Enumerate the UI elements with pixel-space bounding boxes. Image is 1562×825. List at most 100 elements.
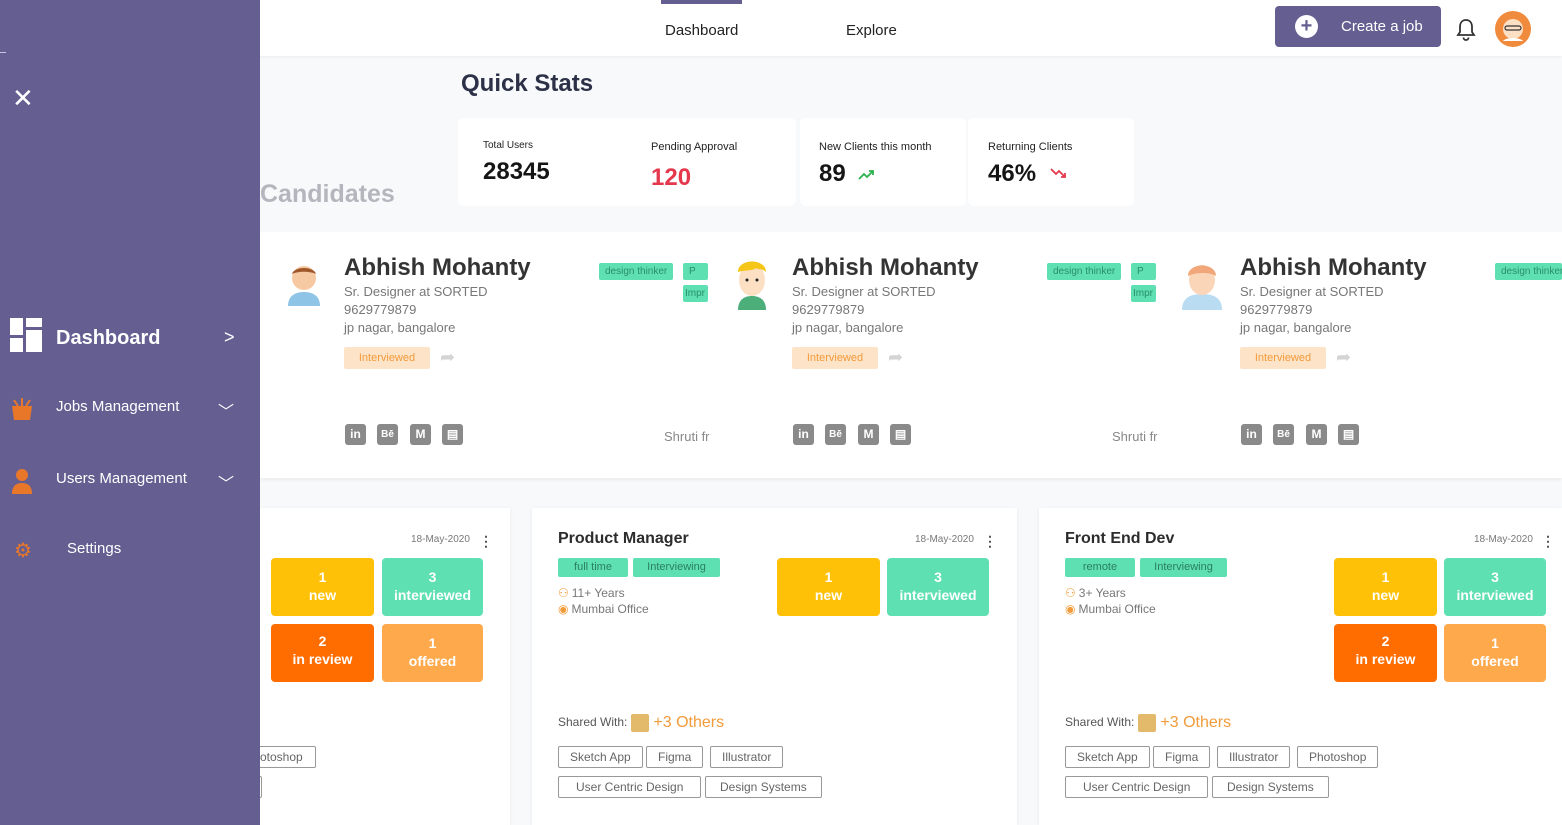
job-card[interactable]: Product Manager 18-May-2020 ⋮ full time … xyxy=(532,508,1017,825)
count-review-tile[interactable]: 2 in review xyxy=(271,624,374,682)
candidate-card[interactable]: Abhish Mohanty Sr. Designer at SORTED 96… xyxy=(260,232,710,478)
stat-label: Returning Clients xyxy=(988,141,1073,153)
count-new-tile[interactable]: 1 new xyxy=(777,558,880,616)
medium-icon[interactable]: M xyxy=(858,424,879,445)
candidate-phone: 9629779879 xyxy=(1240,302,1313,317)
skill-tag: design thinker xyxy=(1495,263,1562,280)
sidebar-item-settings[interactable]: ⚙ Settings xyxy=(0,540,260,564)
skill-tag: P xyxy=(683,263,708,280)
gear-icon: ⚙ xyxy=(14,540,32,562)
avatar[interactable] xyxy=(1495,11,1531,47)
job-experience: ⚇ 11+ Years xyxy=(558,586,625,600)
tab-dashboard[interactable]: Dashboard xyxy=(660,0,743,39)
shared-avatar xyxy=(1138,714,1157,732)
others-link[interactable]: +3 Others xyxy=(1160,714,1231,731)
count-interviewed-tile[interactable]: 3 interviewed xyxy=(887,558,989,616)
chevron-down-icon: ﹀ xyxy=(218,476,235,493)
location-icon: ◉ xyxy=(558,602,569,616)
behance-icon[interactable]: Bē xyxy=(1273,424,1294,445)
job-location: ◉ Mumbai Office xyxy=(1065,602,1156,616)
candidate-role: Sr. Designer at SORTED xyxy=(792,284,936,299)
candidate-location: jp nagar, bangalore xyxy=(792,320,904,335)
skill-chip: Design Systems xyxy=(705,776,822,798)
count-interviewed-tile[interactable]: 3 interviewed xyxy=(1444,558,1546,616)
count-offered-tile[interactable]: 1 offered xyxy=(1444,624,1546,682)
candidate-avatar xyxy=(732,260,772,310)
more-icon[interactable]: ⋮ xyxy=(1541,533,1555,550)
skill-chip: User Centric Design xyxy=(1065,776,1209,798)
count-interviewed-tile[interactable]: 3 interviewed xyxy=(382,558,483,616)
medium-icon[interactable]: M xyxy=(1306,424,1327,445)
job-date: 18-May-2020 xyxy=(1474,534,1533,545)
sidebar-item-dashboard[interactable]: Dashboard > xyxy=(0,318,260,356)
skill-chip: Figma xyxy=(1153,746,1211,768)
stat-returning-clients: Returning Clients 46% xyxy=(968,118,1134,206)
candidate-name: Abhish Mohanty xyxy=(792,254,979,281)
experience-icon: ⚇ xyxy=(1065,586,1076,600)
linkedin-icon[interactable]: in xyxy=(793,424,814,445)
page-title: Quick Stats xyxy=(461,70,594,97)
job-tag: full time xyxy=(558,558,628,577)
stat-total-users: Total Users 28345 Pending Approval 120 xyxy=(458,118,796,206)
stat-label: Total Users xyxy=(483,140,534,151)
referral-text: Shruti fr xyxy=(664,429,710,444)
user-icon xyxy=(12,468,32,499)
share-icon[interactable]: ➦ xyxy=(1336,347,1351,368)
tab-explore[interactable]: Explore xyxy=(846,22,897,39)
linkedin-icon[interactable]: in xyxy=(1241,424,1262,445)
others-link[interactable]: +3 Others xyxy=(653,714,724,731)
sidebar-item-users[interactable]: Users Management ﹀ xyxy=(0,468,260,498)
skill-chip: User Centric Design xyxy=(558,776,702,798)
stat-value: 89 xyxy=(819,160,846,187)
behance-icon[interactable]: Bē xyxy=(825,424,846,445)
stat-value: 28345 xyxy=(483,158,550,185)
resume-icon[interactable]: ▤ xyxy=(442,424,463,445)
share-icon[interactable]: ➦ xyxy=(888,347,903,368)
create-job-label: Create a job xyxy=(1341,18,1423,35)
skill-tag: P xyxy=(1131,263,1156,280)
candidate-name: Abhish Mohanty xyxy=(344,254,531,281)
chevron-down-icon: ﹀ xyxy=(218,404,235,421)
job-card[interactable]: Front End Dev 18-May-2020 ⋮ remote Inter… xyxy=(1039,508,1562,825)
job-experience: ⚇ 3+ Years xyxy=(1065,586,1126,600)
candidate-location: jp nagar, bangalore xyxy=(344,320,456,335)
close-icon[interactable]: ✕ xyxy=(12,85,34,111)
job-location: ◉ Mumbai Office xyxy=(558,602,649,616)
behance-icon[interactable]: Bē xyxy=(377,424,398,445)
skill-chip: Design Systems xyxy=(1212,776,1329,798)
job-date: 18-May-2020 xyxy=(411,534,470,545)
count-review-tile[interactable]: 2 in review xyxy=(1334,624,1437,682)
skill-chip: Illustrator xyxy=(710,746,784,768)
job-title: Front End Dev xyxy=(1065,530,1175,547)
medium-icon[interactable]: M xyxy=(410,424,431,445)
count-offered-tile[interactable]: 1 offered xyxy=(382,624,483,682)
location-icon: ◉ xyxy=(1065,602,1076,616)
share-icon[interactable]: ➦ xyxy=(440,347,455,368)
resume-icon[interactable]: ▤ xyxy=(890,424,911,445)
sidebar-item-jobs[interactable]: Jobs Management ﹀ xyxy=(0,396,260,426)
count-new-tile[interactable]: 1 new xyxy=(1334,558,1437,616)
trend-up-icon xyxy=(858,170,874,180)
dashboard-icon xyxy=(10,318,42,357)
bell-icon[interactable] xyxy=(1455,18,1477,42)
status-badge: Interviewed xyxy=(344,347,430,369)
stat-label: New Clients this month xyxy=(819,141,932,153)
shared-avatar xyxy=(631,714,650,732)
skill-chip: Photoshop xyxy=(1297,746,1379,768)
skill-tag: design thinker xyxy=(1047,263,1122,280)
job-tag: remote xyxy=(1065,558,1135,577)
more-icon[interactable]: ⋮ xyxy=(479,533,493,550)
more-icon[interactable]: ⋮ xyxy=(983,533,997,550)
sidebar-item-label: Settings xyxy=(67,540,122,557)
count-new-tile[interactable]: 1 new xyxy=(271,558,374,616)
skill-tag: design thinker xyxy=(599,263,674,280)
candidate-card[interactable]: Abhish Mohanty Sr. Designer at SORTED 96… xyxy=(708,232,1158,478)
plus-icon: + xyxy=(1295,15,1318,38)
candidate-card[interactable]: Abhish Mohanty Sr. Designer at SORTED 96… xyxy=(1156,232,1562,478)
create-job-button[interactable]: + Create a job xyxy=(1275,6,1441,47)
skill-chip: Sketch App xyxy=(1065,746,1150,768)
resume-icon[interactable]: ▤ xyxy=(1338,424,1359,445)
skill-tag: Impr xyxy=(1131,285,1156,302)
linkedin-icon[interactable]: in xyxy=(345,424,366,445)
candidate-role: Sr. Designer at SORTED xyxy=(344,284,488,299)
